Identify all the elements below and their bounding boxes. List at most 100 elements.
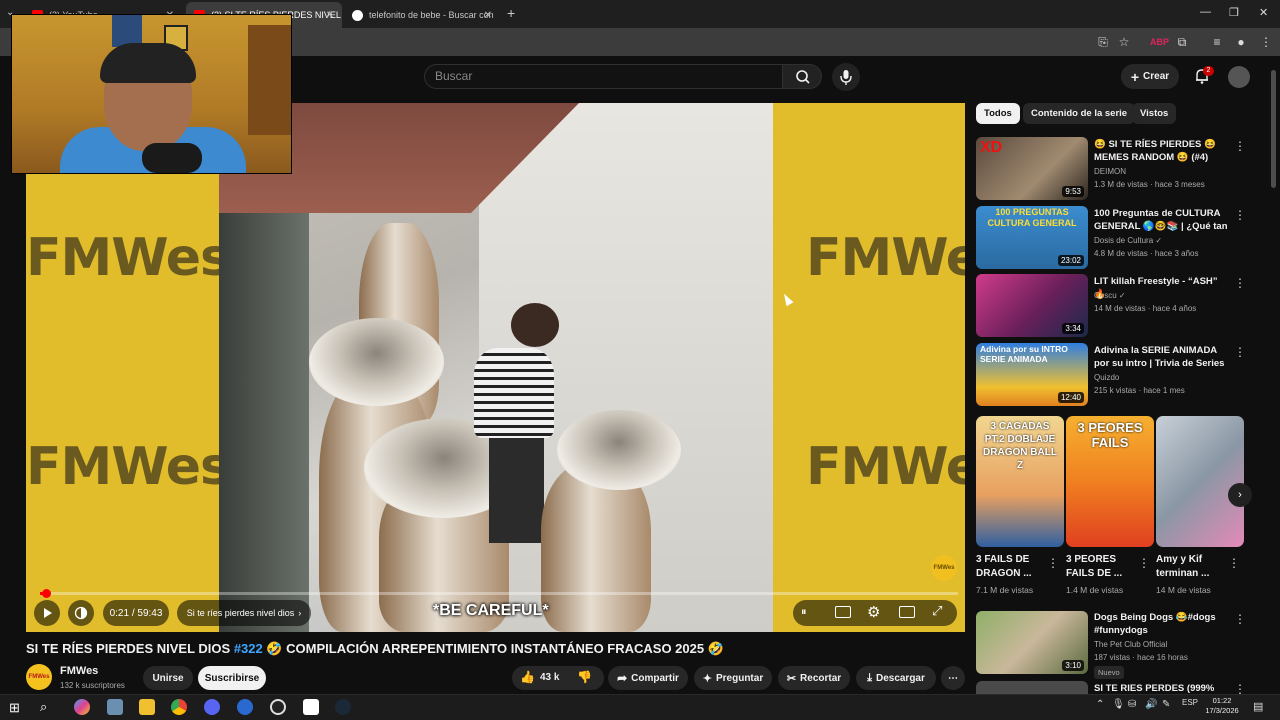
adblock-icon[interactable]: ABP (1150, 34, 1169, 50)
video-player[interactable]: FMWes FMWes FMWes FMWes FMWes *BE CAREFU… (26, 103, 965, 632)
rec-thumbnail[interactable]: 3:34 (976, 274, 1088, 337)
close-icon[interactable]: ✕ (1259, 6, 1268, 19)
create-button[interactable]: + Crear (1121, 64, 1179, 89)
channel-name[interactable]: FMWes (60, 665, 98, 677)
new-tab-icon[interactable]: + (507, 5, 515, 21)
profile-icon[interactable]: ● (1233, 34, 1249, 50)
title-hashtag-link[interactable]: #322 (234, 641, 263, 656)
discord-icon[interactable] (204, 699, 220, 715)
browser-menu-icon[interactable]: ⋮ (1258, 34, 1274, 50)
short-thumbnail[interactable] (1156, 416, 1244, 547)
rec-thumbnail[interactable]: 100 PREGUNTAS CULTURA GENERAL 23:02 (976, 206, 1088, 269)
tray-network-icon[interactable]: ⛁ (1128, 699, 1136, 710)
dislike-button[interactable]: 👎 (577, 670, 592, 684)
fullscreen-icon[interactable]: ⤢ (932, 603, 942, 619)
install-app-icon[interactable]: ⎘ (1095, 34, 1111, 50)
account-avatar[interactable] (1228, 66, 1250, 88)
search-input[interactable]: Buscar (424, 64, 782, 89)
video-caption: *BE CAREFUL* (433, 602, 549, 619)
tray-chevron-icon[interactable]: ⌃ (1096, 699, 1104, 710)
short-title[interactable]: 3 FAILS DE DRAGON ... (976, 553, 1046, 581)
short-thumbnail[interactable]: 3 PEORES FAILS (1066, 416, 1154, 547)
rec-channel[interactable]: Quizdo (1094, 373, 1119, 382)
rec-thumbnail[interactable]: 3:10 (976, 611, 1088, 674)
autoplay-toggle-icon[interactable]: ⏸ (801, 606, 807, 619)
search-button[interactable] (782, 64, 822, 89)
download-button[interactable]: ⤓ Descargar (856, 666, 936, 690)
rec-channel[interactable]: Dosis de Cultura ✓ (1094, 236, 1162, 245)
more-actions-button[interactable]: ⋯ (941, 666, 965, 690)
bookmark-star-icon[interactable]: ☆ (1116, 34, 1132, 50)
ask-button[interactable]: ✦ Preguntar (694, 666, 772, 690)
tray-volume-icon[interactable]: 🔊 (1145, 699, 1157, 710)
volume-button[interactable] (68, 600, 94, 626)
theater-mode-icon[interactable] (899, 606, 915, 618)
system-clock[interactable]: 01:22 17/3/2026 (1204, 696, 1240, 716)
more-vertical-icon[interactable]: ⋮ (1228, 556, 1240, 570)
rec-title[interactable]: 100 Preguntas de CULTURA GENERAL 🌎🤓📚 | ¿… (1094, 207, 1230, 233)
chip-series-content[interactable]: Contenido de la serie (1023, 103, 1136, 124)
close-tab-icon[interactable]: ✕ (326, 10, 334, 21)
restore-icon[interactable]: ❐ (1229, 6, 1239, 19)
notification-center-icon[interactable]: ▤ (1253, 700, 1263, 713)
reading-list-icon[interactable]: ≡ (1209, 34, 1225, 50)
shorts-next-button[interactable]: › (1228, 483, 1252, 507)
short-thumbnail[interactable]: 3 CAGADAS PT.2 DOBLAJE DRAGON BALL Z (976, 416, 1064, 547)
channel-avatar[interactable]: FMWes (26, 664, 52, 690)
capcut-icon[interactable] (303, 699, 319, 715)
copilot-icon[interactable] (74, 699, 90, 715)
more-vertical-icon[interactable]: ⋮ (1234, 276, 1246, 290)
more-vertical-icon[interactable]: ⋮ (1234, 612, 1246, 626)
rec-title[interactable]: SI TE RIES PERDES (999% (1094, 682, 1230, 694)
new-badge: Nuevo (1094, 666, 1124, 679)
chip-watched[interactable]: Vistos (1132, 103, 1177, 124)
chrome-icon[interactable] (171, 699, 187, 715)
extensions-icon[interactable]: ⧉ (1174, 34, 1190, 50)
clip-button[interactable]: ✂ Recortar (778, 666, 850, 690)
progress-scrubber[interactable] (41, 589, 51, 598)
channel-watermark-logo[interactable]: FMWes (931, 555, 957, 581)
chapter-button[interactable]: Si te ríes pierdes nivel dios › (177, 600, 311, 626)
rec-thumbnail[interactable]: XD 9:53 (976, 137, 1088, 200)
rec-thumbnail[interactable]: Adivina por su INTRO SERIE ANIMADA 12:40 (976, 343, 1088, 406)
more-vertical-icon[interactable]: ⋮ (1047, 556, 1059, 570)
share-button[interactable]: ➦ Compartir (608, 666, 688, 690)
obs-icon[interactable] (270, 699, 286, 715)
input-language[interactable]: ESP (1182, 698, 1198, 707)
tray-pen-icon[interactable]: ✎ (1162, 699, 1170, 710)
subscribe-button[interactable]: Suscribirse (198, 666, 266, 690)
tray-mic-icon[interactable]: 🎙 (1112, 699, 1125, 710)
short-title[interactable]: 3 PEORES FAILS DE ... (1066, 553, 1136, 581)
rec-title[interactable]: Adivina la SERIE ANIMADA por su intro | … (1094, 344, 1230, 370)
rec-channel[interactable]: Coscu ✓ (1094, 291, 1126, 300)
more-vertical-icon[interactable]: ⋮ (1234, 139, 1246, 153)
minimize-icon[interactable]: — (1200, 6, 1211, 18)
settings-gear-icon[interactable]: ⚙ (867, 603, 880, 621)
voice-search-button[interactable] (832, 63, 860, 91)
scrollbar-thumb[interactable] (1271, 70, 1276, 188)
windows-start-icon[interactable]: ⊞ (9, 700, 20, 716)
progress-bar[interactable] (40, 592, 958, 595)
app-icon[interactable] (237, 699, 253, 715)
thumb-text: 3 CAGADAS PT.2 DOBLAJE DRAGON BALL Z (983, 421, 1057, 471)
like-button[interactable]: 👍 (520, 670, 535, 684)
join-button[interactable]: Unirse (143, 666, 193, 690)
app-icon[interactable] (107, 699, 123, 715)
more-vertical-icon[interactable]: ⋮ (1138, 556, 1150, 570)
subtitles-icon[interactable] (835, 606, 851, 618)
rec-channel[interactable]: The Pet Club Official (1094, 640, 1167, 649)
rec-title[interactable]: 😆 SI TE RÍES PIERDES 😆 MEMES RANDOM 😆 (#… (1094, 138, 1230, 164)
more-vertical-icon[interactable]: ⋮ (1234, 345, 1246, 359)
steam-icon[interactable] (335, 699, 351, 715)
tab-google-search[interactable]: telefonito de bebe - Buscar con ✕ (344, 2, 500, 28)
rec-thumbnail[interactable] (976, 681, 1088, 694)
rec-channel[interactable]: DEIMON (1094, 167, 1126, 176)
play-button[interactable] (34, 600, 60, 626)
short-title[interactable]: Amy y Kif terminan ... (1156, 553, 1226, 581)
chip-all[interactable]: Todos (976, 103, 1020, 124)
file-explorer-icon[interactable] (139, 699, 155, 715)
more-vertical-icon[interactable]: ⋮ (1234, 208, 1246, 222)
taskbar-search-icon[interactable]: ⌕ (40, 699, 47, 715)
rec-title[interactable]: Dogs Being Dogs 😂#dogs #funnydogs (1094, 611, 1230, 637)
close-tab-icon[interactable]: ✕ (484, 10, 492, 21)
